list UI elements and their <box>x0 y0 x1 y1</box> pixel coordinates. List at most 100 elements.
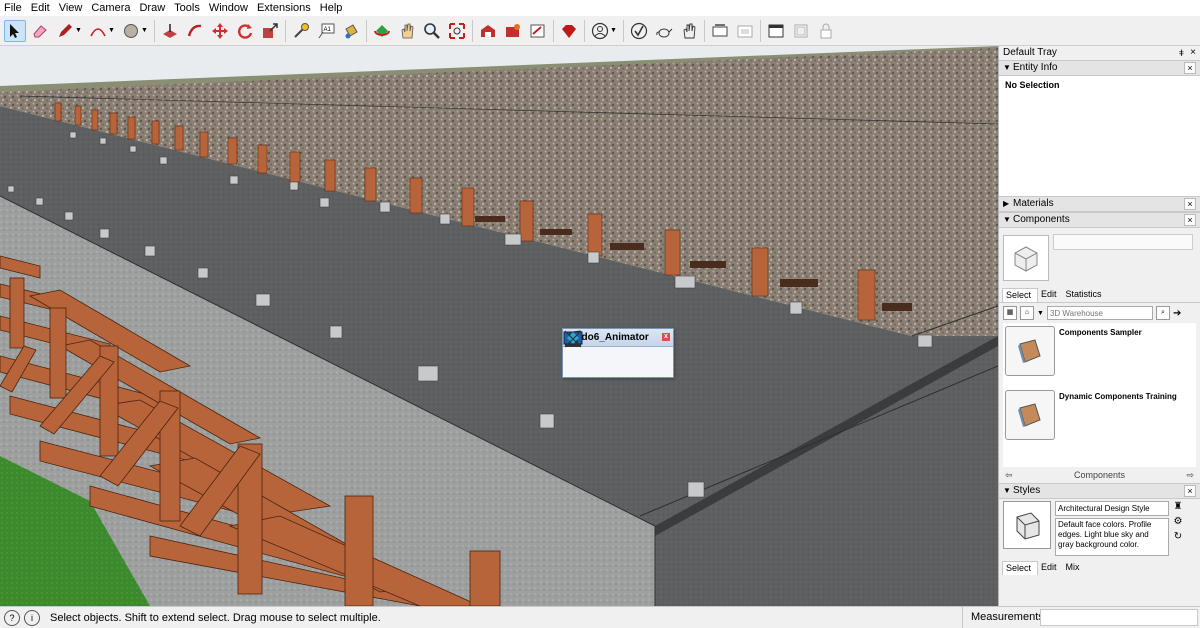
toolbar-separator <box>704 19 705 42</box>
menu-help[interactable]: Help <box>316 0 348 16</box>
text-tool-button[interactable]: A1 <box>315 20 337 42</box>
geo-location-icon[interactable]: ? <box>4 609 20 626</box>
monitor-play-button[interactable] <box>563 331 614 373</box>
rotate-icon <box>238 23 253 39</box>
style-name-field[interactable]: Architectural Design Style <box>1055 501 1169 516</box>
back-arrow-icon[interactable]: ⇦ <box>1005 470 1013 481</box>
pencil-tool-button[interactable]: ▼ <box>54 20 84 42</box>
push-pull-tool-button[interactable] <box>159 20 181 42</box>
styles-body: Architectural Design Style Default face … <box>999 499 1200 561</box>
arc-tool-button[interactable]: ▼ <box>87 20 117 42</box>
scale-tool-button[interactable] <box>259 20 281 42</box>
hand-button[interactable] <box>678 20 700 42</box>
measurements-input[interactable] <box>1040 609 1198 626</box>
tab-edit[interactable]: Edit <box>1038 561 1063 575</box>
rotate-tool-button[interactable] <box>234 20 256 42</box>
scale-icon <box>263 22 278 38</box>
menu-tools[interactable]: Tools <box>170 0 205 16</box>
move-tool-button[interactable] <box>209 20 231 42</box>
components-footer: Components <box>1073 470 1126 480</box>
style-preview-icon <box>1016 512 1040 540</box>
view-options-icon[interactable]: ▦ <box>1003 306 1017 320</box>
paint-icon[interactable]: ♜ <box>1174 501 1183 512</box>
shape-tool-button[interactable]: ▼ <box>120 20 150 42</box>
eraser-icon <box>33 24 47 37</box>
menu-edit[interactable]: Edit <box>27 0 55 16</box>
ruby-console-button[interactable] <box>558 20 580 42</box>
update-style-icon[interactable]: ⚙ <box>1174 516 1183 527</box>
window-button[interactable] <box>765 20 787 42</box>
orbit-tool-button[interactable] <box>371 20 393 42</box>
forward-arrow-icon[interactable]: ➔ <box>1173 308 1181 319</box>
refresh-icon[interactable]: ↻ <box>1174 531 1182 542</box>
select-tool-button[interactable] <box>4 19 26 42</box>
sliders-button[interactable] <box>565 333 639 373</box>
check-icon <box>630 22 648 39</box>
tab-select[interactable]: Select <box>1002 561 1039 575</box>
close-icon[interactable]: × <box>1184 214 1196 226</box>
menu-draw[interactable]: Draw <box>135 0 170 16</box>
tab-mix[interactable]: Mix <box>1063 561 1086 575</box>
validate-button[interactable] <box>628 20 650 42</box>
text-icon: A1 <box>318 23 335 38</box>
collapse-arrow-icon: ▼ <box>1003 215 1011 224</box>
forward-arrow-icon[interactable]: ⇨ <box>1186 470 1194 481</box>
clapper-button[interactable] <box>564 330 589 373</box>
eraser-tool-button[interactable] <box>29 20 51 42</box>
search-icon[interactable]: ⌕ <box>1155 306 1170 320</box>
layer-button[interactable] <box>790 20 812 42</box>
pencil-icon <box>59 23 73 37</box>
menu-camera[interactable]: Camera <box>87 0 135 16</box>
warehouse-button[interactable] <box>477 20 499 42</box>
scene-canvas <box>0 46 998 606</box>
style-description-field[interactable]: Default face colors. Profile edges. Ligh… <box>1055 518 1169 556</box>
list-item[interactable]: Dynamic Components Training <box>1003 387 1196 451</box>
tab-statistics[interactable]: Statistics <box>1063 288 1108 302</box>
home-icon[interactable]: ⌂ <box>1020 306 1034 320</box>
fredo-animator-toolbar[interactable]: Fredo6_Animator x <box>562 328 674 378</box>
camera-target-button[interactable] <box>564 330 664 373</box>
menu-file[interactable]: File <box>0 0 27 16</box>
pan-tool-button[interactable] <box>396 20 418 42</box>
entity-info-header[interactable]: ▼ Entity Info × <box>999 60 1200 76</box>
send-to-layout-button[interactable] <box>527 20 549 42</box>
close-icon[interactable]: × <box>1184 485 1196 497</box>
warehouse-search-input[interactable] <box>1046 306 1153 320</box>
menu-view[interactable]: View <box>55 0 88 16</box>
zoom-extents-tool-button[interactable] <box>446 20 468 42</box>
components-list: Components Sampler Dynamic Components Tr… <box>1003 323 1196 467</box>
menu-window[interactable]: Window <box>205 0 253 16</box>
components-label: Components <box>1013 214 1070 225</box>
styles-header[interactable]: ▼ Styles × <box>999 483 1200 499</box>
menu-extensions[interactable]: Extensions <box>253 0 316 16</box>
tray-close-icon[interactable]: × <box>1190 46 1196 60</box>
pin-icon[interactable]: ǂ <box>1179 46 1184 60</box>
zoom-icon <box>424 22 440 39</box>
extension-warehouse-button[interactable] <box>502 20 524 42</box>
section-display-button[interactable] <box>734 20 756 42</box>
tape-measure-icon <box>294 22 309 38</box>
close-icon[interactable]: × <box>1184 62 1196 74</box>
info-icon[interactable]: i <box>24 609 40 626</box>
teapot-button[interactable] <box>653 20 675 42</box>
tape-measure-tool-button[interactable] <box>290 20 312 42</box>
materials-header[interactable]: ▶ Materials × <box>999 196 1200 212</box>
fredo-close-button[interactable]: x <box>662 333 670 341</box>
section-plane-button[interactable] <box>709 20 731 42</box>
ruby-icon <box>562 24 576 38</box>
close-icon[interactable]: × <box>1184 198 1196 210</box>
chevron-down-icon[interactable]: ▼ <box>1037 310 1044 317</box>
component-name-field[interactable] <box>1053 234 1193 250</box>
follow-me-tool-button[interactable] <box>184 20 206 42</box>
toolbar-separator <box>760 19 761 42</box>
profile-button[interactable]: ▼ <box>589 20 619 42</box>
move-icon <box>212 22 228 39</box>
model-viewport[interactable]: Fredo6_Animator x <box>0 46 998 606</box>
zoom-tool-button[interactable] <box>421 20 443 42</box>
paint-bucket-tool-button[interactable] <box>340 20 362 42</box>
list-item[interactable]: Components Sampler <box>1003 323 1196 387</box>
lock-button[interactable] <box>815 20 837 42</box>
tab-edit[interactable]: Edit <box>1038 288 1063 302</box>
components-header[interactable]: ▼ Components × <box>999 212 1200 228</box>
tab-select[interactable]: Select <box>1002 288 1039 302</box>
